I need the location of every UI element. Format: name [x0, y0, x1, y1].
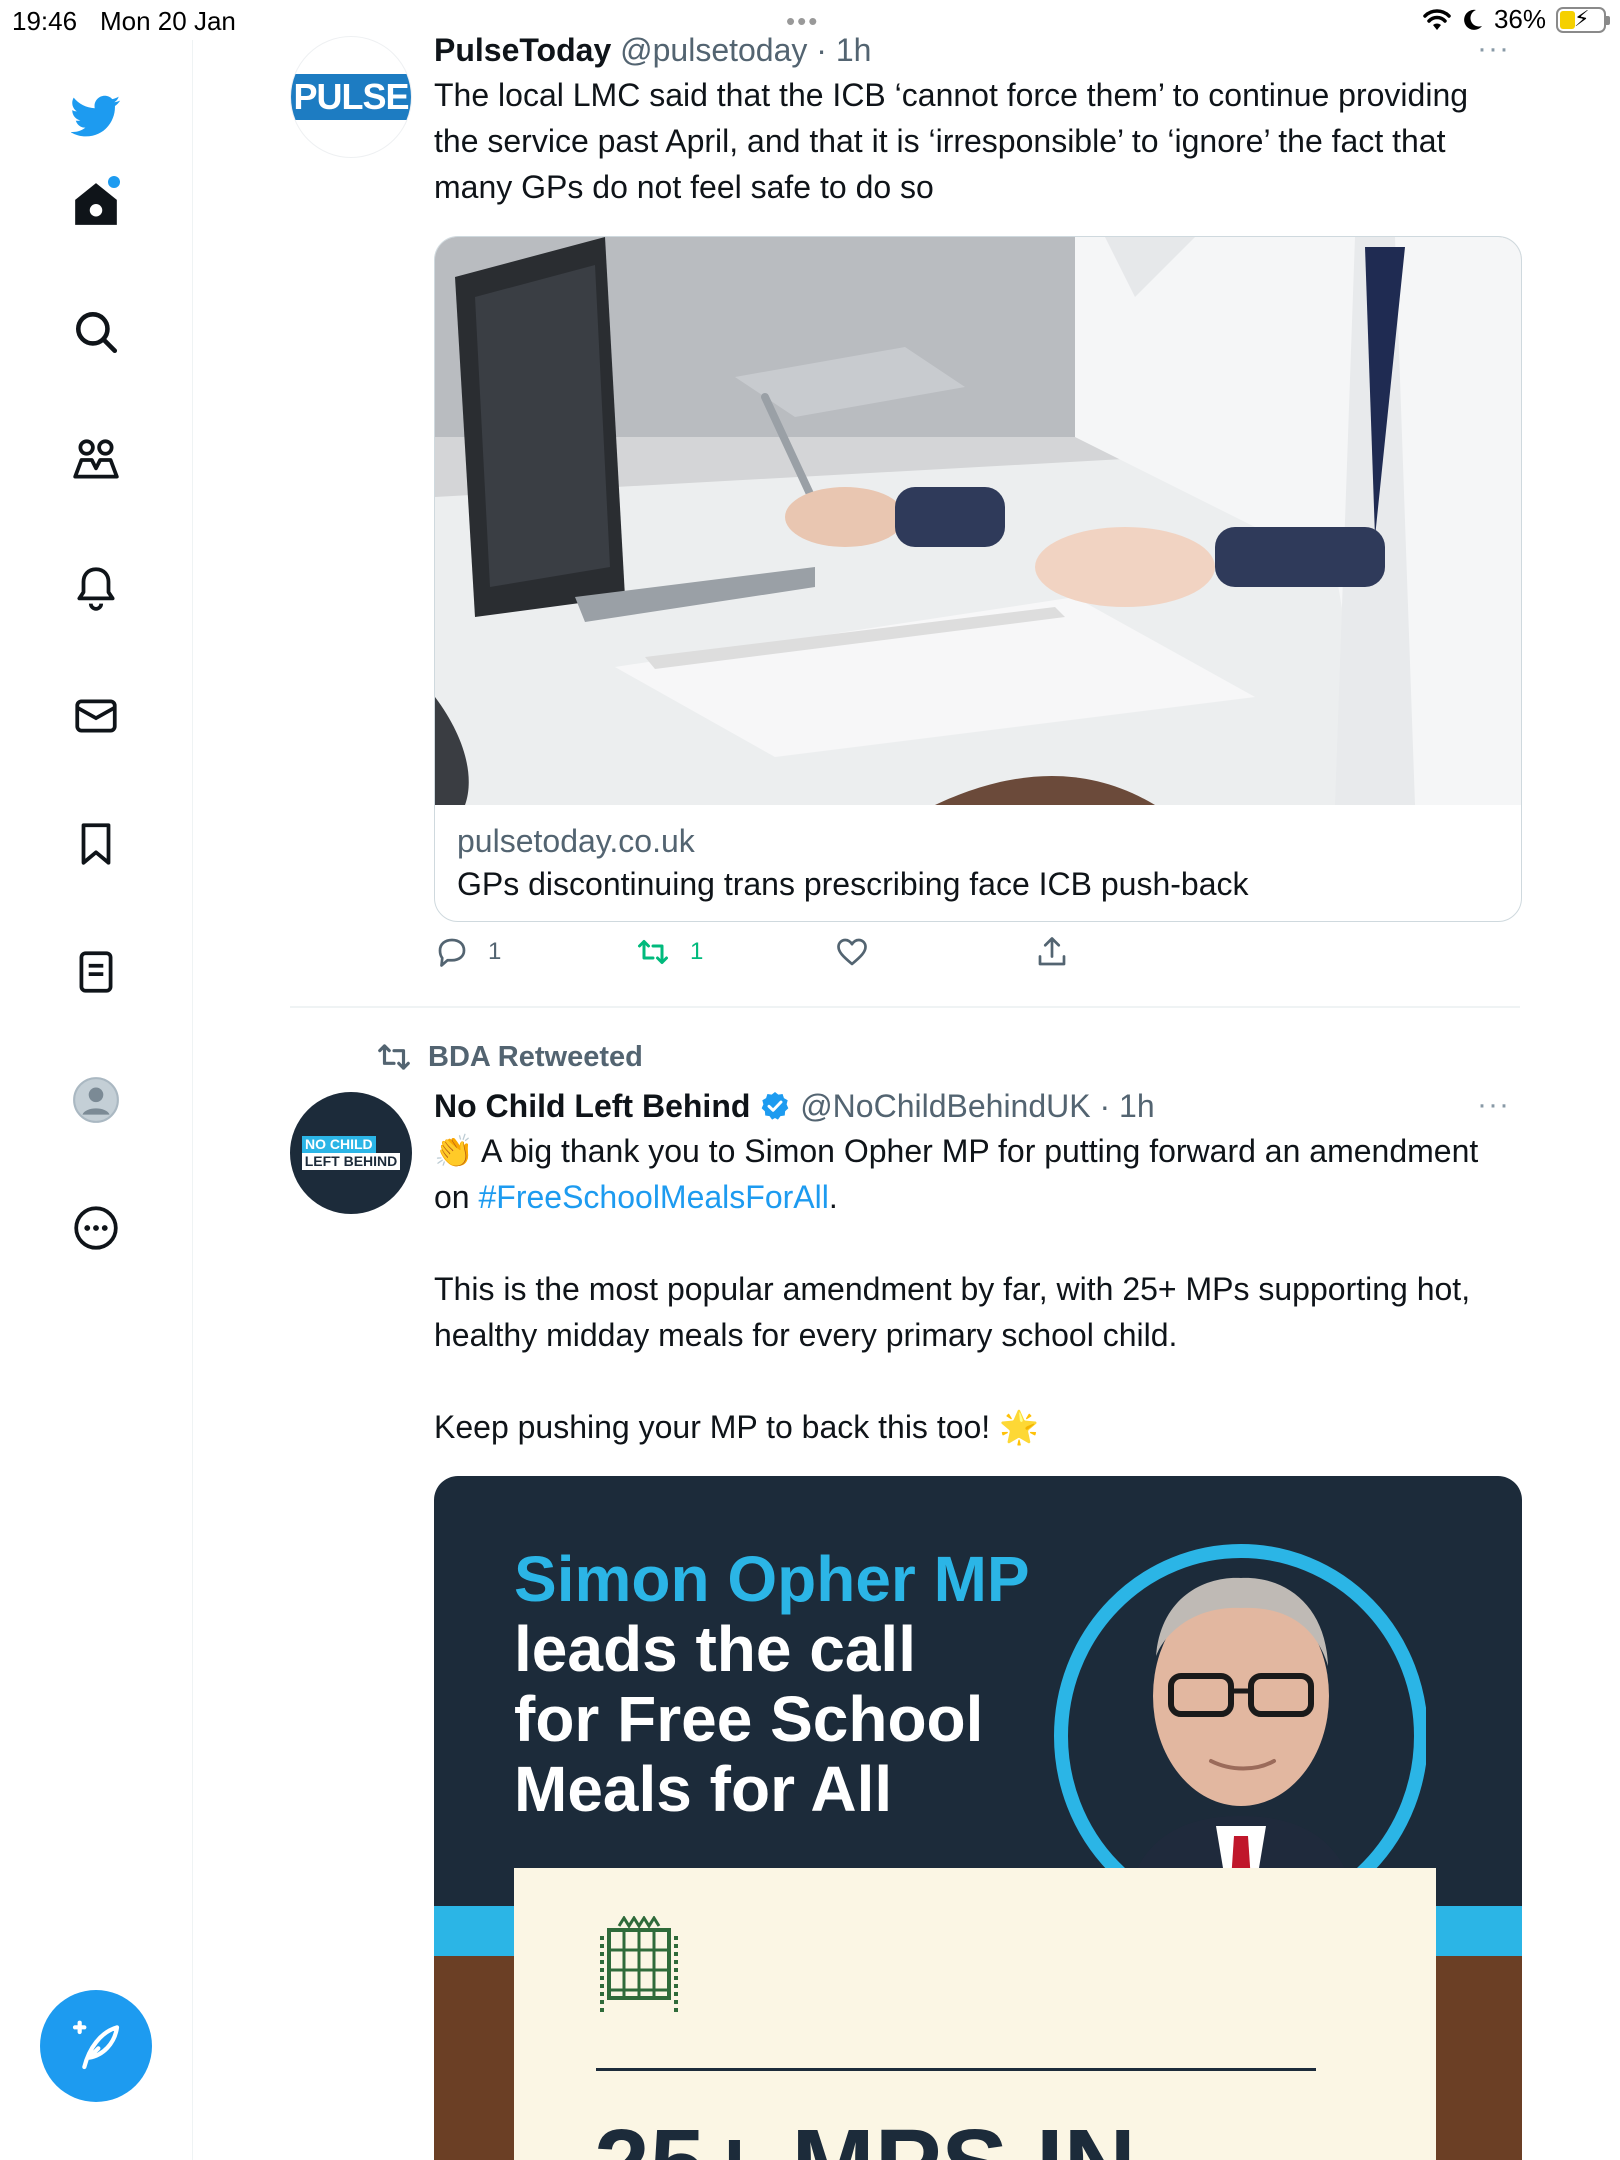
hashtag-link[interactable]: #FreeSchoolMealsForAll	[478, 1179, 828, 1215]
battery-icon: ⚡	[1556, 5, 1610, 33]
search-icon[interactable]	[68, 304, 124, 360]
pulse-logo: PULSE	[291, 74, 411, 120]
retweet-icon	[638, 940, 668, 964]
profile-avatar-icon[interactable]	[68, 1072, 124, 1128]
battery-level	[1560, 10, 1575, 29]
bookmarks-icon[interactable]	[68, 816, 124, 872]
headline-line-2: leads the call	[514, 1613, 916, 1685]
share-button[interactable]	[1034, 934, 1088, 970]
retweet-count: 1	[690, 938, 704, 965]
status-date: Mon 20 Jan	[100, 6, 236, 36]
tweet-time[interactable]: · 1h	[816, 32, 871, 68]
tweet-image-simon-opher[interactable]: Simon Opher MP leads the call for Free S…	[434, 1476, 1522, 2160]
author-name[interactable]: PulseToday	[434, 32, 611, 68]
retweeted-by-label: BDA Retweeted	[428, 1040, 643, 1073]
verified-badge-icon	[761, 1092, 789, 1120]
tweet-actions: 1 1	[434, 934, 1434, 984]
tweet-text-paragraph-2: This is the most popular amendment by fa…	[434, 1271, 1479, 1353]
author-handle[interactable]: @NoChildBehindUK	[800, 1088, 1090, 1124]
retweeted-by[interactable]: BDA Retweeted	[374, 1038, 643, 1076]
home-icon[interactable]	[68, 176, 124, 232]
card-photo-illustration	[435, 237, 1521, 805]
avatar[interactable]: PULSE	[290, 36, 412, 158]
reply-button[interactable]: 1	[434, 934, 501, 970]
tweet-body: No Child Left Behind @NoChildBehindUK · …	[434, 1086, 1520, 1450]
compose-icon	[72, 2020, 120, 2070]
messages-envelope-icon[interactable]	[68, 688, 124, 744]
reply-icon	[438, 938, 466, 967]
more-circle-icon[interactable]	[68, 1200, 124, 1256]
timeline: PULSE PulseToday @pulsetoday · 1h ··· Th…	[290, 0, 1522, 2160]
reply-count: 1	[488, 938, 502, 965]
tweet-time[interactable]: · 1h	[1099, 1088, 1154, 1124]
avatar-text-line-1: NO CHILD	[302, 1136, 376, 1153]
status-time: 19:46	[12, 6, 78, 36]
like-button[interactable]	[834, 934, 888, 970]
headline-line-3: for Free School	[514, 1683, 984, 1755]
sidebar	[0, 40, 193, 2160]
notifications-bell-icon[interactable]	[68, 560, 124, 616]
headline-accent: Simon Opher MP	[514, 1543, 1030, 1615]
portcullis-icon	[600, 1916, 678, 2012]
image-headline: Simon Opher MP leads the call for Free S…	[514, 1544, 1030, 1824]
tweet-text-paragraph-1: 👏 A big thank you to Simon Opher MP for …	[434, 1128, 1520, 1220]
twitter-bird-icon[interactable]	[68, 88, 124, 144]
charging-bolt-icon: ⚡	[1574, 5, 1590, 31]
card-meta: pulsetoday.co.uk GPs discontinuing trans…	[435, 805, 1521, 921]
avatar[interactable]: NO CHILD LEFT BEHIND	[290, 1092, 412, 1214]
communities-icon[interactable]	[68, 432, 124, 488]
image-big-text: 25+ MPS IN	[594, 2108, 1136, 2160]
retweet-button[interactable]: 1	[634, 934, 703, 970]
tweet-divider	[290, 1006, 1520, 1008]
card-image-doctor-writing	[435, 237, 1521, 805]
tweet-body: PulseToday @pulsetoday · 1h ··· The loca…	[434, 30, 1520, 210]
tweet-header: PulseToday @pulsetoday · 1h	[434, 30, 1520, 70]
avatar-text-line-2: LEFT BEHIND	[301, 1153, 401, 1170]
author-name[interactable]: No Child Left Behind	[434, 1088, 750, 1124]
image-divider-line	[596, 2068, 1316, 2071]
tweet-text-paragraph-3: Keep pushing your MP to back this too! 🌟	[434, 1409, 1039, 1445]
more-options-icon[interactable]: ···	[1477, 32, 1510, 66]
card-title: GPs discontinuing trans prescribing face…	[457, 866, 1249, 902]
tweet-text: The local LMC said that the ICB ‘cannot …	[434, 77, 1477, 205]
card-domain: pulsetoday.co.uk	[457, 823, 695, 859]
heart-icon	[837, 938, 867, 966]
home-notification-dot	[108, 176, 120, 188]
more-options-icon[interactable]: ···	[1477, 1088, 1510, 1122]
retweet-icon	[378, 1044, 410, 1070]
headline-line-4: Meals for All	[514, 1753, 893, 1825]
compose-tweet-button[interactable]	[40, 1990, 152, 2102]
link-card[interactable]: pulsetoday.co.uk GPs discontinuing trans…	[434, 236, 1522, 922]
share-icon	[1038, 937, 1066, 966]
tweet-text-part-2: .	[828, 1179, 838, 1215]
image-paper-card: 25+ MPS IN	[514, 1868, 1436, 2160]
author-handle[interactable]: @pulsetoday	[620, 32, 807, 68]
lists-icon[interactable]	[68, 944, 124, 1000]
tweet-header: No Child Left Behind @NoChildBehindUK · …	[434, 1086, 1520, 1126]
